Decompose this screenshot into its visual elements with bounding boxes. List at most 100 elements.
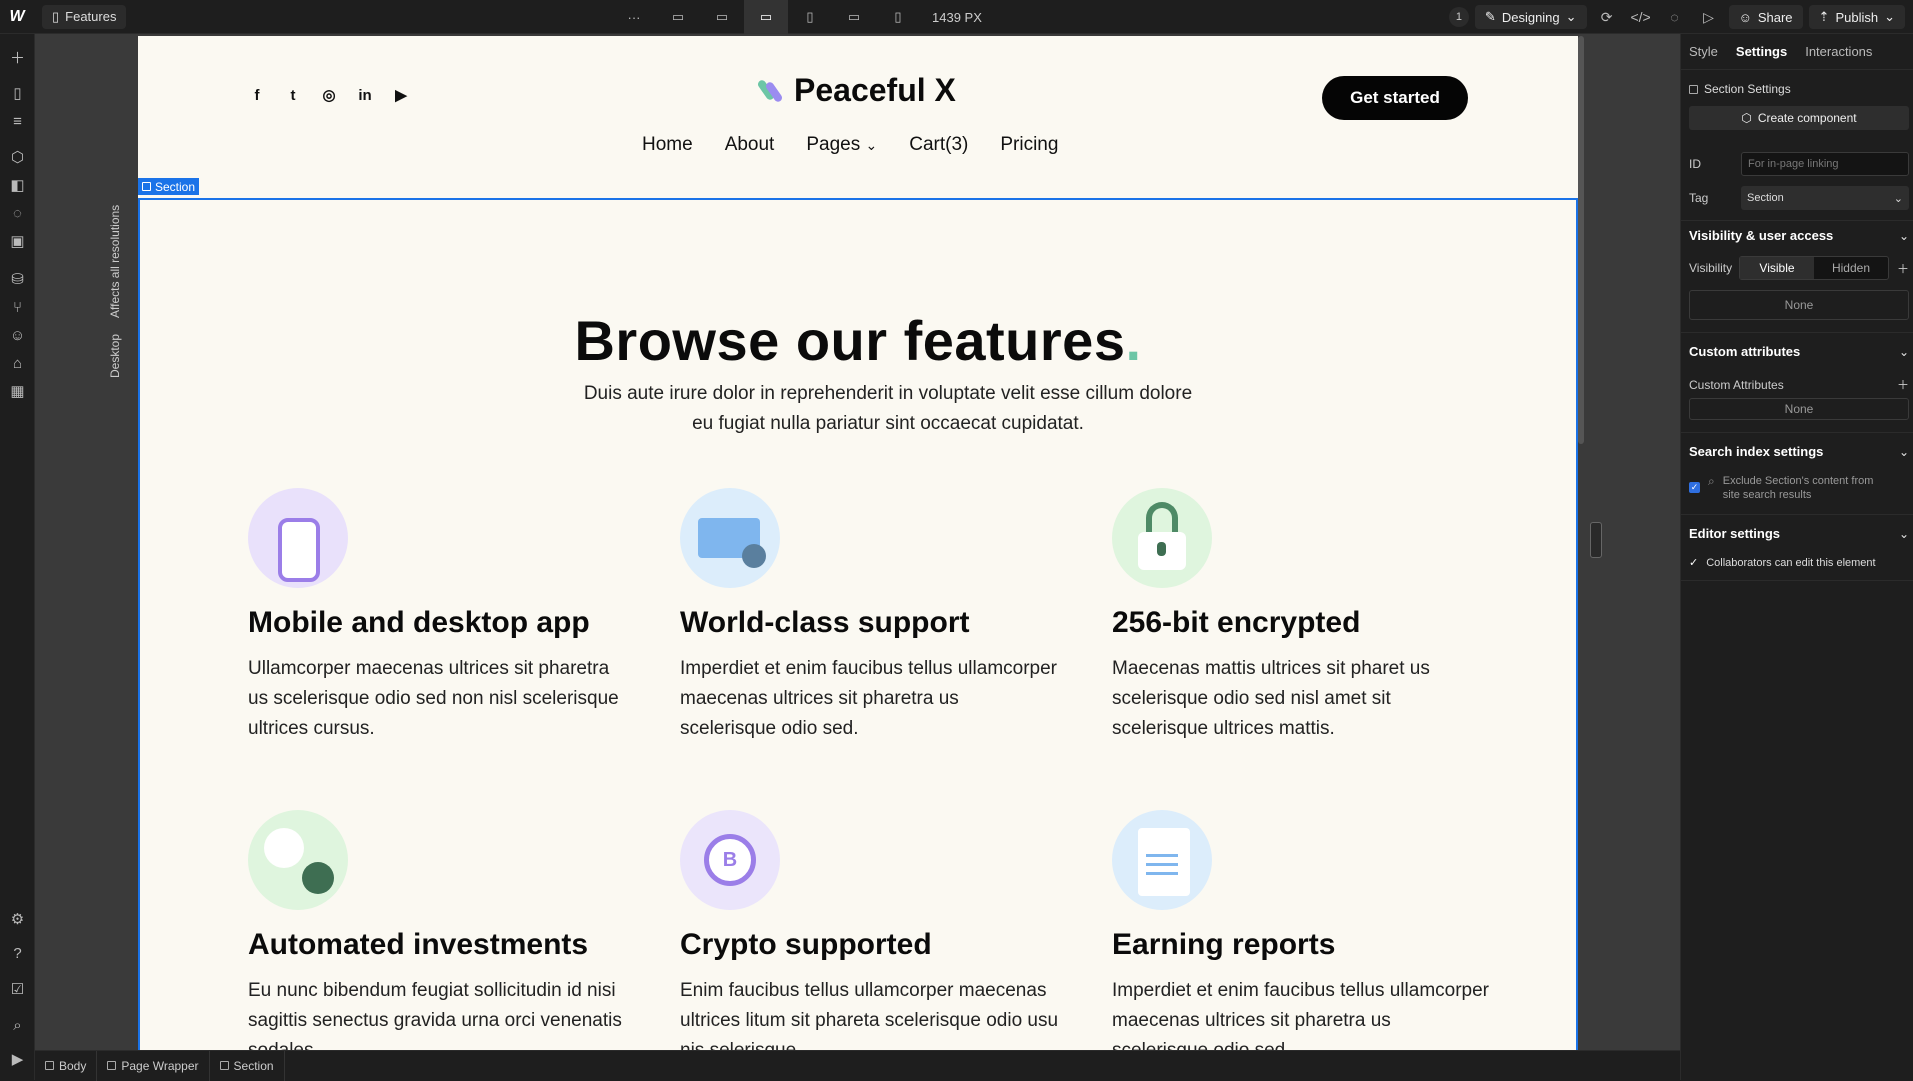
breadcrumb: Body Page Wrapper Section [35, 1050, 1680, 1081]
chevron-down-icon: ⌄ [1898, 344, 1909, 359]
brand-mark-icon [756, 77, 786, 105]
video-icon[interactable]: ▶ [0, 1044, 35, 1074]
settings-icon[interactable]: ⚙ [0, 904, 35, 934]
large-desktop-icon[interactable]: ▭ [656, 0, 700, 34]
tablet-icon[interactable]: ▯ [788, 0, 832, 34]
pages-icon[interactable]: ▯ [0, 78, 35, 108]
breadcrumb-body[interactable]: Body [35, 1050, 98, 1081]
search-icon[interactable]: ⌕ [0, 1010, 35, 1040]
publish-button[interactable]: ⇡ Publish ⌄ [1808, 5, 1905, 29]
sync-icon[interactable]: ⟳ [1593, 3, 1621, 31]
component-icon: ⬡ [1741, 111, 1752, 125]
plus-icon[interactable]: ＋ [1897, 376, 1909, 393]
chevron-down-icon: ⌄ [865, 137, 878, 153]
custom-attributes-label: Custom Attributes [1689, 377, 1784, 392]
chevron-down-icon: ⌄ [1898, 228, 1909, 243]
visibility-row: Visibility Visible Hidden ＋ [1689, 256, 1909, 280]
variables-icon[interactable]: ◌ [0, 198, 35, 228]
twitter-icon[interactable]: t [284, 86, 302, 104]
logic-icon[interactable]: ⑂ [0, 292, 35, 322]
breadcrumb-page-wrapper[interactable]: Page Wrapper [97, 1050, 210, 1081]
mobile-portrait-icon[interactable]: ▯ [876, 0, 920, 34]
components-icon[interactable]: ⬡ [0, 142, 35, 172]
nav-pricing[interactable]: Pricing [1000, 134, 1058, 156]
features-intro: Duis aute irure dolor in reprehenderit i… [583, 383, 1193, 434]
custom-attributes-title: Custom attributes [1689, 344, 1801, 359]
id-input[interactable]: For in-page linking [1741, 152, 1909, 176]
assets-icon[interactable]: ▣ [0, 226, 35, 256]
canvas-resize-handle[interactable] [1590, 522, 1602, 558]
feature-text: Imperdiet et enim faucibus tellus ullamc… [1112, 980, 1490, 1050]
canvas-scrollbar[interactable] [1578, 36, 1584, 444]
linkedin-icon[interactable]: in [356, 86, 374, 104]
custom-attributes-none-row: None [1689, 398, 1909, 420]
collaborators-checkbox[interactable]: ✓ [1689, 556, 1698, 569]
visibility-section-header[interactable]: Visibility & user access ⌄ [1689, 228, 1909, 243]
tab-settings[interactable]: Settings [1736, 44, 1787, 59]
navigator-icon[interactable]: ≡ [0, 106, 35, 136]
help-icon[interactable]: ? [0, 938, 35, 968]
youtube-icon[interactable]: ▶ [392, 86, 410, 104]
panel-tabs: Style Settings Interactions [1681, 34, 1913, 70]
mode-dropdown[interactable]: ✎ Designing ⌄ [1474, 5, 1587, 29]
cms-icon[interactable]: ⛁ [0, 264, 35, 294]
nav-about[interactable]: About [725, 134, 775, 156]
mobile-icon [248, 488, 348, 588]
code-icon[interactable]: </> [1627, 3, 1655, 31]
plus-icon[interactable]: ＋ [1897, 260, 1909, 277]
nav-home[interactable]: Home [642, 134, 693, 156]
style-selectors-icon[interactable]: ◧ [0, 170, 35, 200]
chevron-down-icon: ⌄ [1893, 192, 1903, 205]
exclude-search-checkbox[interactable]: ✓ [1689, 482, 1700, 493]
editor-settings-header[interactable]: Editor settings ⌄ [1689, 526, 1909, 541]
search-index-title: Search index settings [1689, 444, 1824, 459]
breadcrumb-label: Body [59, 1058, 87, 1073]
search-index-header[interactable]: Search index settings ⌄ [1689, 444, 1909, 459]
hidden-option[interactable]: Hidden [1814, 257, 1888, 279]
section-icon [1689, 84, 1698, 94]
ecommerce-icon[interactable]: ⌂ [0, 348, 35, 378]
section-label-badge[interactable]: Section [138, 178, 200, 195]
preview-play-icon[interactable]: ▷ [1695, 3, 1723, 31]
chevron-down-icon: ⌄ [1898, 444, 1909, 459]
tab-interactions[interactable]: Interactions [1805, 44, 1872, 59]
webflow-logo[interactable]: W [0, 0, 34, 34]
feature-title: 256-bit encrypted [1112, 606, 1361, 639]
desktop-icon[interactable]: ▭ [744, 0, 788, 34]
custom-attributes-header[interactable]: Custom attributes ⌄ [1689, 344, 1909, 359]
comment-icon[interactable]: ◌ [1661, 3, 1689, 31]
desktop-large-icon[interactable]: ▭ [700, 0, 744, 34]
main-nav: Home About Pages ⌄ Cart(3) Pricing [642, 134, 1058, 156]
more-options-button[interactable]: ··· [612, 0, 656, 34]
visibility-label: Visibility [1689, 261, 1733, 275]
feature-text: Ullamcorper maecenas ultrices sit pharet… [248, 658, 619, 739]
visibility-none-row: None [1689, 290, 1909, 320]
users-icon[interactable]: ☺ [0, 320, 35, 350]
site-logo[interactable]: Peaceful X [756, 72, 956, 109]
page-selector-button[interactable]: ▯ Features [42, 4, 127, 29]
chevron-down-icon: ⌄ [1884, 9, 1895, 24]
mobile-landscape-icon[interactable]: ▭ [832, 0, 876, 34]
share-button[interactable]: ☺ Share [1728, 5, 1803, 29]
tab-style[interactable]: Style [1689, 44, 1718, 59]
create-component-button[interactable]: ⬡ Create component [1689, 106, 1909, 130]
tag-select[interactable]: Section ⌄ [1741, 186, 1909, 210]
nav-cart[interactable]: Cart(3) [909, 134, 968, 156]
breadcrumb-label: Section [233, 1058, 274, 1073]
add-elements-icon[interactable]: ＋ [0, 42, 35, 72]
chevron-down-icon: ⌄ [1898, 526, 1909, 541]
desktop-tab: Desktop [108, 333, 122, 378]
breadcrumb-section[interactable]: Section [210, 1050, 285, 1081]
site-preview[interactable]: f t ◎ in ▶ Peaceful X Get started Home A… [138, 36, 1578, 1050]
section-settings-title: Section Settings [1704, 82, 1791, 96]
facebook-icon[interactable]: f [248, 86, 266, 104]
collaborator-count[interactable]: 1 [1448, 7, 1469, 27]
visible-option[interactable]: Visible [1739, 257, 1814, 279]
nav-pages[interactable]: Pages ⌄ [806, 134, 877, 156]
collaborators-text: Collaborators can edit this element [1706, 556, 1876, 569]
audit-icon[interactable]: ☑ [0, 974, 35, 1004]
apps-icon[interactable]: ▦ [0, 376, 35, 406]
instagram-icon[interactable]: ◎ [320, 86, 338, 104]
right-settings-panel: Style Settings Interactions Section Sett… [1680, 34, 1913, 1080]
get-started-button[interactable]: Get started [1322, 76, 1468, 120]
